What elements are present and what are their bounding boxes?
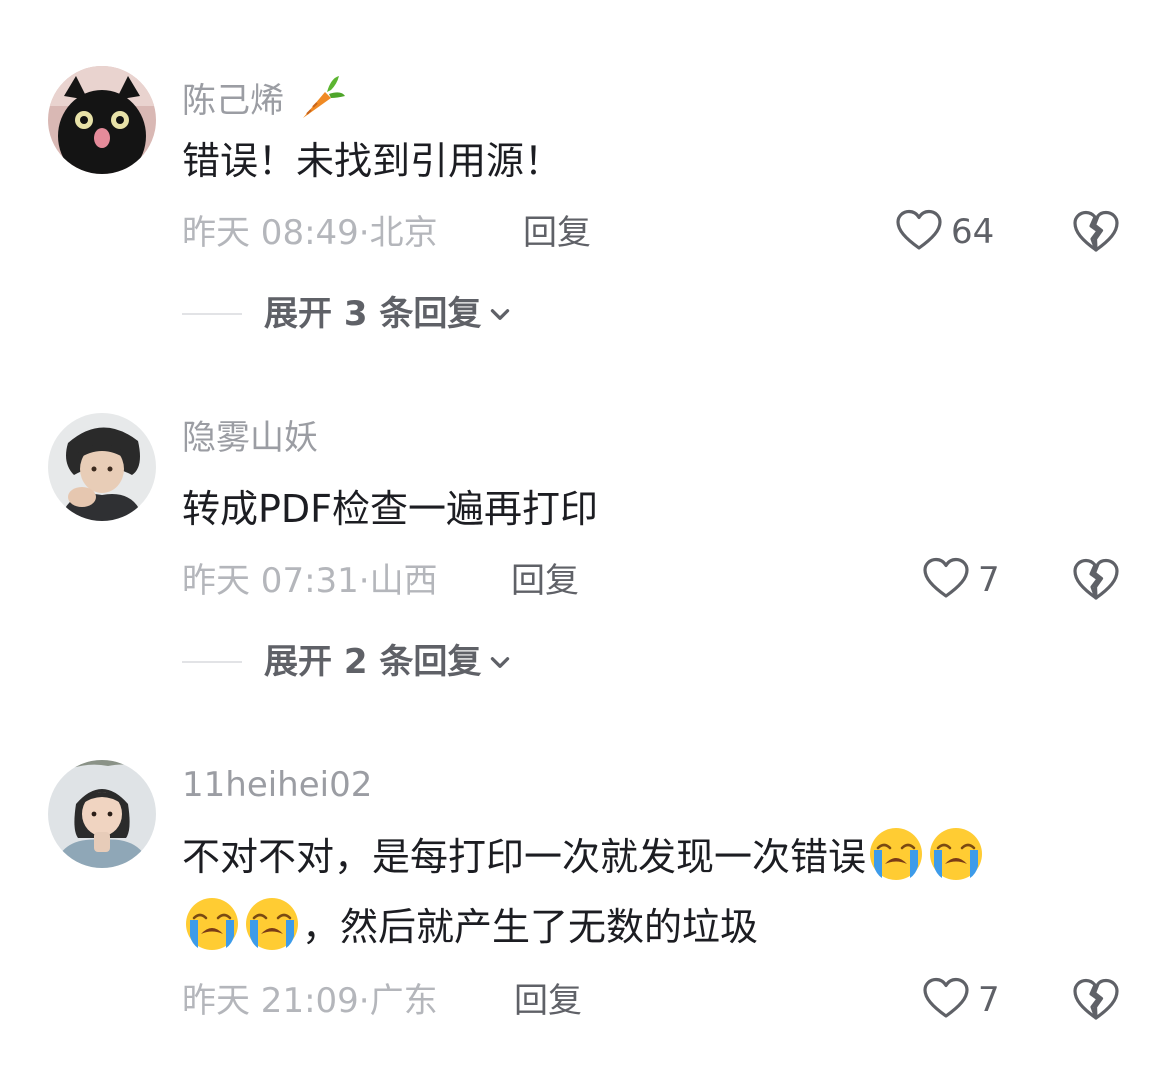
timestamp: 昨天 21:09 [182,981,359,1021]
comment-text: 不对不对，是每打印一次就发现一次错误 ，然后就产生了无数的垃圾 [182,822,1122,962]
avatar[interactable] [48,760,156,868]
like-count: 7 [978,980,1000,1020]
comment-text-part1: 不对不对，是每打印一次就发现一次错误 [182,835,867,879]
location: 广东 [369,981,438,1021]
crying-face-icon [244,896,300,952]
comment-text-part2: ，然后就产生了无数的垃圾 [302,905,759,949]
meta-separator: · [358,981,370,1021]
crying-face-icon [928,826,984,882]
heart-icon [922,976,970,1024]
crying-face-icon [868,826,924,882]
like-button[interactable]: 7 [922,976,1000,1024]
comment-3: 11heihei02 不对不对，是每打印一次就发现一次错误 ，然后就产生了无数的垃… [0,0,1169,1071]
comment-meta: 昨天 21:09·广东 [182,981,438,1021]
broken-heart-icon [1072,976,1120,1024]
reply-button[interactable]: 回复 [514,981,582,1021]
dislike-button[interactable] [1072,976,1120,1024]
username[interactable]: 11heihei02 [182,765,372,805]
crying-face-icon [184,896,240,952]
